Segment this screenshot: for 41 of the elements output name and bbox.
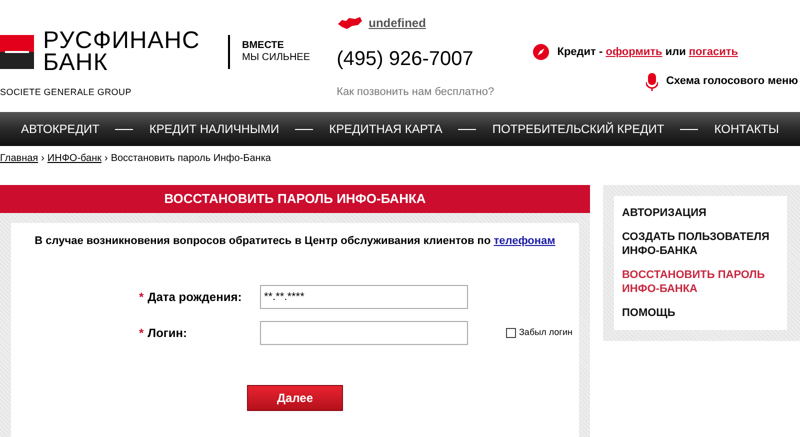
breadcrumb-separator: › (104, 152, 108, 166)
microphone-icon (646, 72, 658, 90)
nav-link[interactable]: КРЕДИТ НАЛИЧНЫМИ (149, 120, 280, 138)
free-call-link[interactable]: Как позвонить нам бесплатно? (336, 84, 534, 100)
map-icon (336, 16, 363, 30)
checkbox-label: Забыл логин (519, 326, 572, 339)
sidebar-item[interactable]: СОЗДАТЬ ПОЛЬЗОВАТЕЛЯ ИНФО-БАНКА (622, 230, 787, 258)
credit-text: Кредит - оформить или погасить (557, 45, 738, 60)
nav-link[interactable]: ПОТРЕБИТЕЛЬСКИЙ КРЕДИТ (492, 120, 664, 138)
nav-link[interactable]: АВТОКРЕДИТ (20, 120, 100, 138)
checkbox[interactable] (506, 328, 516, 338)
notice-text: В случае возникновения вопросов обратитесь в Центр обслуживания клиентов по телефонам (34, 234, 556, 249)
sidebar-item[interactable]: АВТОРИЗАЦИЯ (622, 206, 787, 220)
repay-link[interactable]: погасить (688, 46, 738, 58)
form-title: ВОССТАНОВИТЬ ПАРОЛЬ ИНФО-БАНКА (164, 190, 426, 208)
input-field[interactable]: **.**.**** (260, 284, 468, 308)
sidebar-item[interactable]: ВОССТАНОВИТЬ ПАРОЛЬ ИНФО-БАНКА (622, 268, 787, 296)
required-mark: * (139, 288, 144, 306)
phones-link[interactable]: телефонам (494, 235, 556, 247)
logo-subtitle: SOCIETE GENERALE GROUP (0, 86, 132, 99)
breadcrumb-link[interactable]: Главная (0, 150, 38, 166)
breadcrumb-current: Восстановить пароль Инфо-Банка (110, 152, 271, 166)
apply-link[interactable]: оформить (606, 46, 662, 58)
input-field[interactable] (260, 320, 468, 344)
slogan: ВМЕСТЕ (242, 40, 285, 52)
nav-link[interactable]: КРЕДИТНАЯ КАРТА (329, 120, 442, 138)
field-label: Логин: (148, 324, 188, 342)
slogan: МЫ СИЛЬНЕЕ (242, 52, 310, 64)
required-mark: * (139, 324, 144, 342)
logo-text: БАНК (43, 52, 109, 74)
nav-link[interactable]: КОНТАКТЫ (714, 120, 779, 138)
breadcrumb-link[interactable]: ИНФО-банк (47, 150, 102, 166)
voice-menu-link[interactable]: Схема голосового меню (666, 73, 798, 90)
breadcrumb-separator: › (41, 152, 44, 166)
compass-icon (533, 44, 550, 60)
field-label: Дата рождения: (148, 288, 242, 306)
next-button[interactable]: Далее (247, 384, 343, 410)
phone-number: (495) 926-7007 (336, 47, 474, 72)
sidebar-item[interactable]: ПОМОЩЬ (622, 306, 787, 320)
logo-text: РУСФИНАНС (43, 30, 200, 52)
region-link[interactable]: undefined (368, 14, 426, 32)
